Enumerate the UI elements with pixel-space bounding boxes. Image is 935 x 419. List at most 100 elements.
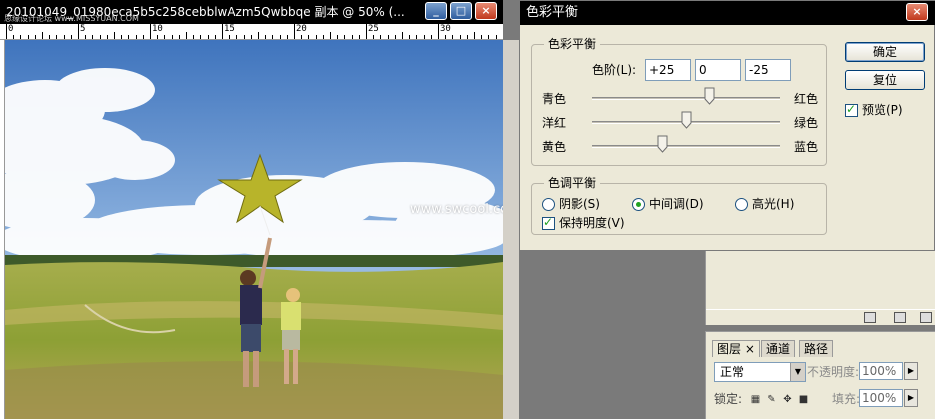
preserve-luminosity-label: 保持明度(V) (559, 216, 625, 230)
ruler-tick (243, 35, 245, 39)
ruler-tick (200, 35, 202, 39)
slider-right-label-green: 绿色 (794, 116, 819, 130)
ruler-tick (157, 35, 159, 39)
level-field-magenta-green[interactable]: 0 (695, 59, 741, 81)
ruler-tick (49, 35, 51, 39)
trash-icon[interactable] (920, 312, 932, 323)
lock-label: 锁定: (714, 392, 743, 406)
dialog-titlebar[interactable]: 色彩平衡 × (520, 1, 935, 25)
ruler-tick (164, 35, 166, 39)
ruler-tick (106, 35, 108, 39)
ruler-tick (222, 24, 223, 39)
document-scrollbar[interactable] (503, 40, 519, 419)
ruler-tick (294, 24, 295, 39)
ruler-tick (265, 35, 267, 39)
ruler-tick (337, 35, 339, 39)
slider-right-label-red: 红色 (794, 92, 819, 106)
magenta-green-slider-thumb[interactable] (681, 111, 692, 129)
ruler-tick (150, 24, 151, 39)
cyan-red-slider-thumb[interactable] (704, 87, 715, 105)
ruler-tick (34, 35, 36, 39)
move-icon[interactable]: ✥ (782, 394, 793, 405)
dialog-title: 色彩平衡 (526, 5, 579, 20)
ruler-tick (78, 24, 79, 39)
ruler-number: 20 (296, 24, 307, 34)
blend-mode-select[interactable]: 正常 ▼ (714, 362, 806, 382)
ruler-tick (330, 32, 331, 39)
midtones-radio[interactable] (632, 198, 645, 211)
document-window: 20101049_01980eca5b5c258cebblwAzm5Qwbbqe… (0, 0, 521, 419)
ruler-number: 25 (368, 24, 379, 34)
ruler-tick (178, 35, 180, 39)
ruler-tick (258, 32, 259, 39)
ruler-tick (171, 35, 173, 39)
ruler-tick (250, 35, 252, 39)
upper-panel (705, 251, 935, 325)
ruler-tick (114, 32, 115, 39)
close-icon[interactable]: × (906, 3, 928, 21)
opacity-field[interactable]: 100% (859, 362, 903, 380)
preserve-luminosity-checkbox[interactable] (542, 215, 555, 230)
ruler-tick (452, 35, 454, 39)
photoshop-workspace: 20101049_01980eca5b5c258cebblwAzm5Qwbbqe… (0, 0, 935, 419)
preview-label: 预览(P) (862, 103, 903, 117)
horizontal-ruler[interactable]: 0 5 10 15 20 25 30 (0, 24, 503, 40)
ruler-tick (380, 35, 382, 39)
opacity-arrow-icon[interactable]: ▶ (904, 362, 918, 380)
dialog-window-controls: × (906, 3, 928, 21)
tab-layers[interactable]: 图层 × (712, 340, 760, 357)
ruler-tick (13, 35, 15, 39)
canvas-photo[interactable] (5, 40, 503, 419)
yellow-blue-slider-track[interactable] (592, 145, 780, 148)
fill-field[interactable]: 100% (859, 389, 903, 407)
ruler-number: 0 (8, 24, 14, 34)
fill-arrow-icon[interactable]: ▶ (904, 389, 918, 407)
ruler-tick (214, 35, 216, 39)
preview-checkbox[interactable] (845, 102, 858, 117)
lock-transparent-icon[interactable]: ▦ (750, 394, 761, 405)
maximize-icon[interactable]: □ (450, 2, 472, 20)
tab-paths-label: 路径 (804, 342, 829, 356)
level-field-cyan-red[interactable]: +25 (645, 59, 691, 81)
tab-channels[interactable]: 通道 (761, 340, 796, 357)
ruler-tick (308, 35, 310, 39)
ruler-tick (272, 35, 274, 39)
cyan-red-slider-track[interactable] (592, 97, 780, 100)
chevron-down-icon[interactable]: ▼ (790, 363, 805, 381)
ruler-tick (121, 35, 123, 39)
ruler-tick (438, 24, 439, 39)
ruler-tick (92, 35, 94, 39)
reset-button[interactable]: 复位 (845, 70, 925, 90)
ruler-tick (99, 35, 101, 39)
ruler-tick (70, 35, 72, 39)
fill-label: 填充: (832, 392, 861, 406)
close-icon[interactable]: × (745, 342, 755, 356)
tab-paths[interactable]: 路径 (799, 340, 834, 357)
minimize-icon[interactable]: _ (425, 2, 447, 20)
ruler-tick (474, 32, 475, 39)
ruler-tick (358, 35, 360, 39)
camera-icon[interactable] (894, 312, 906, 323)
tone-balance-group-title: 色调平衡 (544, 176, 601, 190)
ok-button[interactable]: 确定 (845, 42, 925, 62)
ruler-tick (445, 35, 447, 39)
ruler-tick (366, 24, 367, 39)
layers-panel: 图层 × 通道 路径 正常 ▼ 不透明度: 100% ▶ 锁定: ▦ ✎ ✥ ■… (705, 331, 935, 419)
yellow-blue-slider-thumb[interactable] (657, 135, 668, 153)
ruler-tick (286, 35, 288, 39)
close-icon[interactable]: × (475, 2, 497, 20)
level-field-yellow-blue[interactable]: -25 (745, 59, 791, 81)
ruler-tick (495, 35, 497, 39)
lock-icon[interactable]: ■ (798, 394, 809, 405)
slider-left-label-yellow: 黄色 (542, 140, 567, 154)
ruler-tick (193, 35, 195, 39)
slider-left-label-magenta: 洋红 (542, 116, 567, 130)
color-balance-group-title: 色彩平衡 (544, 37, 601, 51)
highlights-radio[interactable] (735, 198, 748, 211)
ruler-number: 30 (440, 24, 451, 34)
brush-icon[interactable]: ✎ (766, 394, 777, 405)
shadows-radio[interactable] (542, 198, 555, 211)
ruler-tick (373, 35, 375, 39)
new-layer-icon[interactable] (864, 312, 876, 323)
tone-balance-group: 色调平衡 阴影(S) 中间调(D) 高光(H) 保持明度(V) (531, 176, 827, 235)
